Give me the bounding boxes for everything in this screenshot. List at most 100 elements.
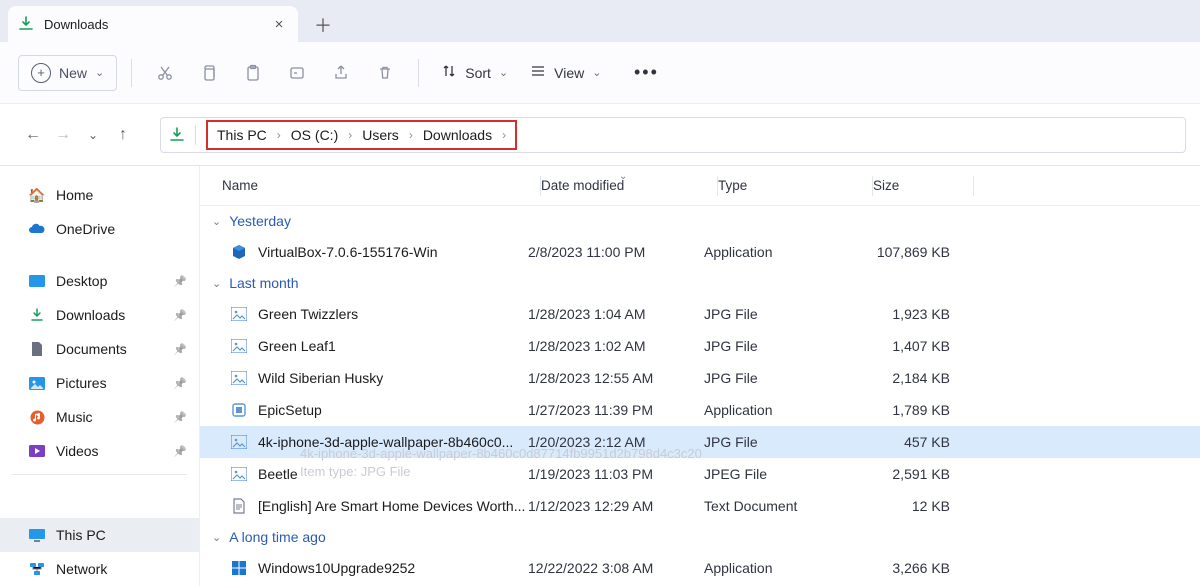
file-type: Text Document (704, 498, 858, 514)
sidebar-item-network[interactable]: Network (0, 552, 199, 586)
file-date: 1/19/2023 11:03 PM (528, 466, 704, 482)
table-row[interactable]: Windows10Upgrade925212/22/2022 3:08 AMAp… (200, 552, 1200, 584)
file-date: 1/20/2023 2:12 AM (528, 434, 704, 450)
tab-bar: Downloads × ＋ (0, 0, 1200, 42)
sidebar-item-downloads[interactable]: Downloads (0, 298, 199, 332)
cut-icon[interactable] (146, 55, 184, 91)
crumb-os[interactable]: OS (C:) (286, 125, 343, 145)
file-name: VirtualBox-7.0.6-155176-Win (258, 244, 438, 260)
sidebar-item-label: Music (56, 409, 93, 425)
table-row[interactable]: Beetle1/19/2023 11:03 PMJPEG File2,591 K… (200, 458, 1200, 490)
file-type: JPG File (704, 306, 858, 322)
separator (131, 59, 132, 87)
paste-icon[interactable] (234, 55, 272, 91)
sidebar-item-pictures[interactable]: Pictures (0, 366, 199, 400)
view-label: View (554, 65, 584, 81)
sidebar-item-documents[interactable]: Documents (0, 332, 199, 366)
file-size: 12 KB (858, 498, 958, 514)
table-row[interactable]: Wild Siberian Husky1/28/2023 12:55 AMJPG… (200, 362, 1200, 394)
file-name: Green Leaf1 (258, 338, 336, 354)
chevron-right-icon[interactable]: › (274, 128, 284, 142)
file-icon (230, 497, 248, 515)
back-button[interactable]: ← (18, 120, 48, 150)
file-type: JPG File (704, 434, 858, 450)
col-size[interactable]: Size (873, 178, 973, 193)
file-type: Application (704, 402, 858, 418)
sidebar-item-thispc[interactable]: This PC (0, 518, 199, 552)
view-button[interactable]: View ⌄ (522, 55, 609, 91)
separator (195, 125, 196, 145)
sidebar-item-label: OneDrive (56, 221, 115, 237)
group-header[interactable]: ⌄ Last month (200, 268, 1200, 298)
copy-icon[interactable] (190, 55, 228, 91)
file-type: JPG File (704, 338, 858, 354)
share-icon[interactable] (322, 55, 360, 91)
separator (418, 59, 419, 87)
delete-icon[interactable] (366, 55, 404, 91)
table-row[interactable]: VirtualBox-7.0.6-155176-Win2/8/2023 11:0… (200, 236, 1200, 268)
sidebar-item-desktop[interactable]: Desktop (0, 264, 199, 298)
new-tab-button[interactable]: ＋ (306, 8, 340, 42)
table-row[interactable]: Green Twizzlers1/28/2023 1:04 AMJPG File… (200, 298, 1200, 330)
rename-icon[interactable] (278, 55, 316, 91)
sidebar-item-onedrive[interactable]: OneDrive (0, 212, 199, 246)
group-header[interactable]: ⌄ A long time ago (200, 522, 1200, 552)
file-size: 107,869 KB (858, 244, 958, 260)
group-header[interactable]: ⌄Yesterday (200, 206, 1200, 236)
sidebar-item-label: Desktop (56, 273, 107, 289)
chevron-down-icon: ⌄ (212, 277, 221, 290)
chevron-down-icon: ⌄ (212, 531, 221, 544)
sidebar-item-home[interactable]: 🏠 Home (0, 178, 199, 212)
group-label: A long time ago (229, 529, 326, 545)
crumb-users[interactable]: Users (357, 125, 404, 145)
download-icon (18, 16, 34, 32)
col-date[interactable]: ⌄ Date modified (541, 178, 717, 193)
table-row[interactable]: Green Leaf1 1/28/2023 1:02 AMJPG File1,40… (200, 330, 1200, 362)
col-type[interactable]: Type (718, 178, 872, 193)
file-date: 1/27/2023 11:39 PM (528, 402, 704, 418)
crumb-thispc[interactable]: This PC (212, 125, 272, 145)
file-list: Name ⌄ Date modified Type Size ⌄Yesterda… (200, 166, 1200, 586)
file-size: 2,591 KB (858, 466, 958, 482)
file-type: Application (704, 244, 858, 260)
file-name: 4k-iphone-3d-apple-wallpaper-8b460c0... (258, 434, 513, 450)
sort-button[interactable]: Sort ⌄ (433, 55, 516, 91)
file-type: JPG File (704, 370, 858, 386)
tab-title: Downloads (44, 17, 260, 32)
chevron-right-icon[interactable]: › (345, 128, 355, 142)
table-row[interactable]: 4k-iphone-3d-apple-wallpaper-8b460c0... 1… (200, 426, 1200, 458)
more-icon[interactable]: ••• (627, 55, 665, 91)
sidebar-item-label: Documents (56, 341, 127, 357)
tab-downloads[interactable]: Downloads × (8, 6, 298, 42)
forward-button[interactable]: → (48, 120, 78, 150)
group-label: Yesterday (229, 213, 291, 229)
file-type: Application (704, 560, 858, 576)
up-button[interactable]: ↑ (108, 120, 138, 150)
chevron-right-icon[interactable]: › (406, 128, 416, 142)
chevron-down-icon: ⌄ (95, 66, 104, 79)
file-icon (230, 369, 248, 387)
table-row[interactable]: [English] Are Smart Home Devices Worth..… (200, 490, 1200, 522)
pictures-icon (28, 374, 46, 392)
address-bar[interactable]: This PC › OS (C:) › Users › Downloads › (160, 117, 1186, 153)
sort-label: Sort (465, 65, 491, 81)
sidebar-item-videos[interactable]: Videos (0, 434, 199, 468)
file-date: 12/22/2022 3:08 AM (528, 560, 704, 576)
documents-icon (28, 340, 46, 358)
chevron-right-icon[interactable]: › (499, 128, 509, 142)
col-name[interactable]: Name (200, 178, 540, 193)
close-icon[interactable]: × (270, 16, 288, 33)
file-type: JPEG File (704, 466, 858, 482)
recent-button[interactable]: ⌄ (78, 120, 108, 150)
sidebar-item-music[interactable]: Music (0, 400, 199, 434)
new-button[interactable]: + New ⌄ (18, 55, 117, 91)
group-label: Last month (229, 275, 298, 291)
file-size: 1,407 KB (858, 338, 958, 354)
file-icon (230, 433, 248, 451)
table-row[interactable]: EpicSetup1/27/2023 11:39 PMApplication1,… (200, 394, 1200, 426)
videos-icon (28, 442, 46, 460)
file-date: 1/12/2023 12:29 AM (528, 498, 704, 514)
file-date: 1/28/2023 1:02 AM (528, 338, 704, 354)
crumb-downloads[interactable]: Downloads (418, 125, 497, 145)
chevron-down-icon: ⌄ (592, 66, 601, 79)
